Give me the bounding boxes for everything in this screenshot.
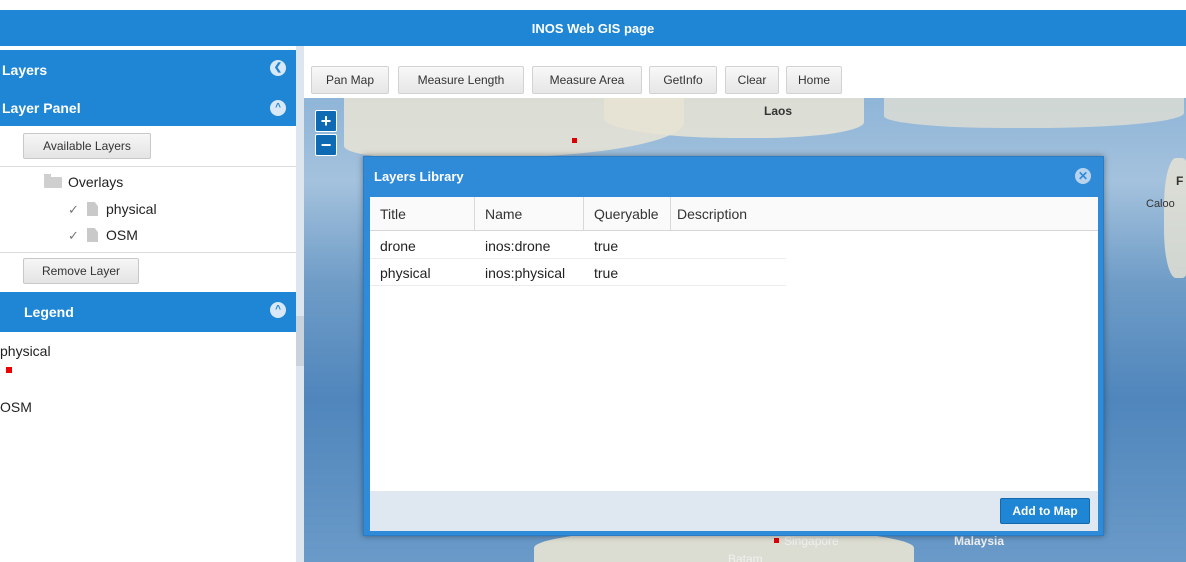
column-name-label: Name xyxy=(485,206,523,222)
add-to-map-button[interactable]: Add to Map xyxy=(1000,498,1090,524)
divider xyxy=(0,166,296,167)
app-title: INOS Web GIS page xyxy=(531,20,655,36)
close-icon[interactable]: ✕ xyxy=(1075,168,1091,184)
grid-header: Title Name Queryable Description xyxy=(370,197,1098,231)
map-label-batam: Batam xyxy=(728,552,763,562)
layers-library-dialog: Layers Library ✕ Title Name Queryable De… xyxy=(363,156,1104,536)
checkbox-checked-icon[interactable]: ✓ xyxy=(68,203,81,216)
column-description-label: Description xyxy=(677,206,748,222)
sidebar: Layers ❮ Layer Panel ^ Available Layers … xyxy=(0,46,296,562)
legend-title: Legend xyxy=(24,304,74,320)
layers-grid: Title Name Queryable Description drone i… xyxy=(370,197,1098,491)
dialog-footer: Add to Map xyxy=(370,491,1098,531)
remove-layer-button[interactable]: Remove Layer xyxy=(23,258,139,284)
tree-item-label: OSM xyxy=(106,227,138,243)
available-layers-button[interactable]: Available Layers xyxy=(23,133,151,159)
map-label-singapore: Singapore xyxy=(784,534,839,548)
getinfo-button[interactable]: GetInfo xyxy=(649,66,717,94)
layers-panel-header[interactable]: Layers ❮ xyxy=(0,50,296,90)
table-row[interactable]: drone inos:drone true xyxy=(370,232,786,259)
cell-title: physical xyxy=(380,264,431,281)
dialog-title: Layers Library xyxy=(374,169,464,184)
collapse-sidebar-icon[interactable]: ❮ xyxy=(270,60,286,76)
app-header: INOS Web GIS page xyxy=(0,10,1186,46)
cell-queryable: true xyxy=(594,237,619,254)
clear-button[interactable]: Clear xyxy=(725,66,779,94)
folder-label: Overlays xyxy=(68,174,124,190)
layer-panel-title: Layer Panel xyxy=(2,100,81,116)
zoom-out-icon: − xyxy=(320,135,332,155)
measure-length-button[interactable]: Measure Length xyxy=(398,66,524,94)
available-layers-label: Available Layers xyxy=(43,139,131,153)
map-label-caloo: Caloo xyxy=(1146,198,1175,210)
splitter-grip[interactable] xyxy=(296,316,304,366)
getinfo-label: GetInfo xyxy=(663,73,703,87)
collapse-legend-icon[interactable]: ^ xyxy=(270,302,286,318)
table-row[interactable]: physical inos:physical true xyxy=(370,259,786,286)
add-to-map-label: Add to Map xyxy=(1012,504,1078,518)
cell-description xyxy=(671,259,681,286)
column-queryable-label: Queryable xyxy=(594,206,659,222)
map-feature-point[interactable] xyxy=(774,538,779,543)
zoom-out-button[interactable]: − xyxy=(315,134,337,156)
column-header-title[interactable]: Title xyxy=(370,197,475,231)
folder-icon xyxy=(44,173,62,188)
measure-area-button[interactable]: Measure Area xyxy=(532,66,642,94)
layers-title: Layers xyxy=(2,62,48,78)
cell-queryable: true xyxy=(594,264,619,281)
tree-item-osm[interactable]: ✓ OSM xyxy=(68,227,138,243)
zoom-in-button[interactable]: + xyxy=(315,110,337,132)
map-label-f: F xyxy=(1176,174,1184,188)
legend-swatch xyxy=(6,367,12,373)
checkbox-checked-icon[interactable]: ✓ xyxy=(68,229,81,242)
pan-map-button[interactable]: Pan Map xyxy=(311,66,389,94)
tree-folder-overlays[interactable]: Overlays xyxy=(44,173,124,190)
map-label-laos: Laos xyxy=(764,104,793,118)
zoom-in-icon: + xyxy=(320,111,332,131)
divider xyxy=(0,252,296,253)
legend-panel-header[interactable]: Legend ^ xyxy=(0,292,296,332)
legend-item-osm: OSM xyxy=(0,399,32,415)
measure-length-label: Measure Length xyxy=(417,73,505,87)
column-header-queryable[interactable]: Queryable xyxy=(584,197,671,231)
tree-item-label: physical xyxy=(106,201,157,217)
file-icon xyxy=(87,202,98,216)
tree-item-physical[interactable]: ✓ physical xyxy=(68,201,157,217)
column-title-label: Title xyxy=(380,206,406,222)
map-toolbar: Pan Map Measure Length Measure Area GetI… xyxy=(304,46,1186,98)
measure-area-label: Measure Area xyxy=(549,73,625,87)
cell-name: inos:physical xyxy=(485,264,566,281)
clear-label: Clear xyxy=(737,73,767,87)
collapse-layer-panel-icon[interactable]: ^ xyxy=(270,100,286,116)
map-land xyxy=(604,98,864,138)
legend-item-physical: physical xyxy=(0,343,51,359)
pan-map-label: Pan Map xyxy=(325,73,375,87)
cell-title: drone xyxy=(380,237,416,254)
map-feature-point[interactable] xyxy=(572,138,577,143)
cell-name: inos:drone xyxy=(485,237,551,254)
home-button[interactable]: Home xyxy=(786,66,842,94)
home-label: Home xyxy=(797,73,830,87)
sidebar-splitter[interactable] xyxy=(296,46,304,562)
column-header-description[interactable]: Description xyxy=(671,197,1098,231)
column-header-name[interactable]: Name xyxy=(475,197,584,231)
map-land xyxy=(884,98,1184,128)
file-icon xyxy=(87,228,98,242)
cell-description xyxy=(671,232,681,259)
layer-panel-header[interactable]: Layer Panel ^ xyxy=(0,90,296,126)
map-label-malaysia: Malaysia xyxy=(954,534,1005,548)
remove-layer-label: Remove Layer xyxy=(41,264,121,278)
